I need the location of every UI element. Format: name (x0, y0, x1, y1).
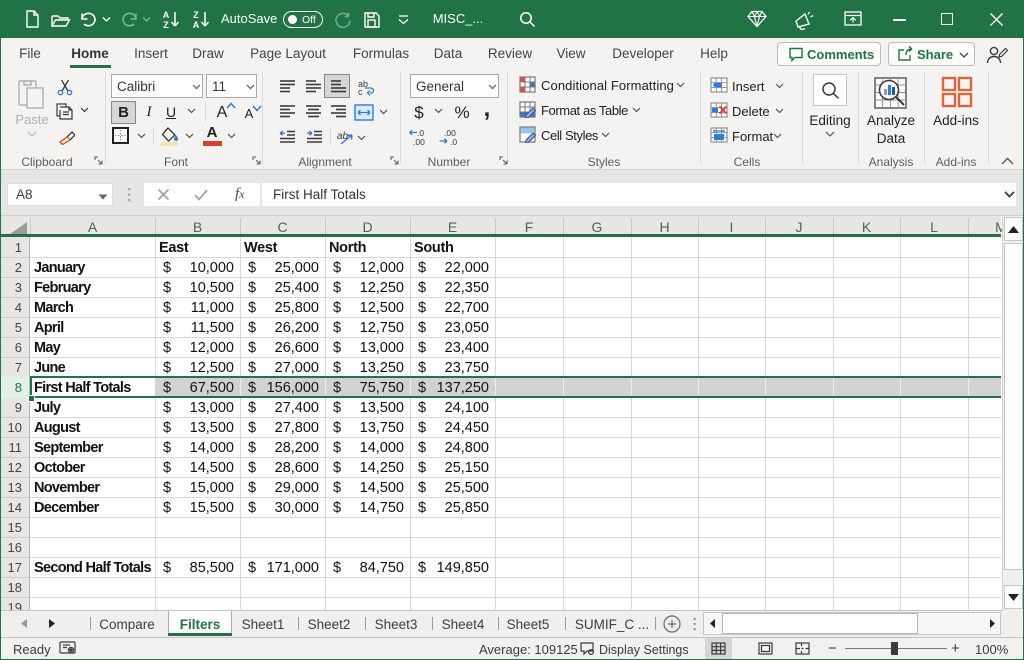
svg-text:ab: ab (337, 131, 349, 142)
svg-text:.00: .00 (413, 137, 425, 146)
svg-text:c: c (358, 87, 363, 96)
svg-text:Z: Z (163, 20, 169, 29)
svg-text:A: A (193, 20, 200, 29)
svg-text:A: A (163, 10, 170, 20)
svg-text:Z: Z (193, 10, 199, 20)
svg-text:.0: .0 (450, 137, 457, 146)
